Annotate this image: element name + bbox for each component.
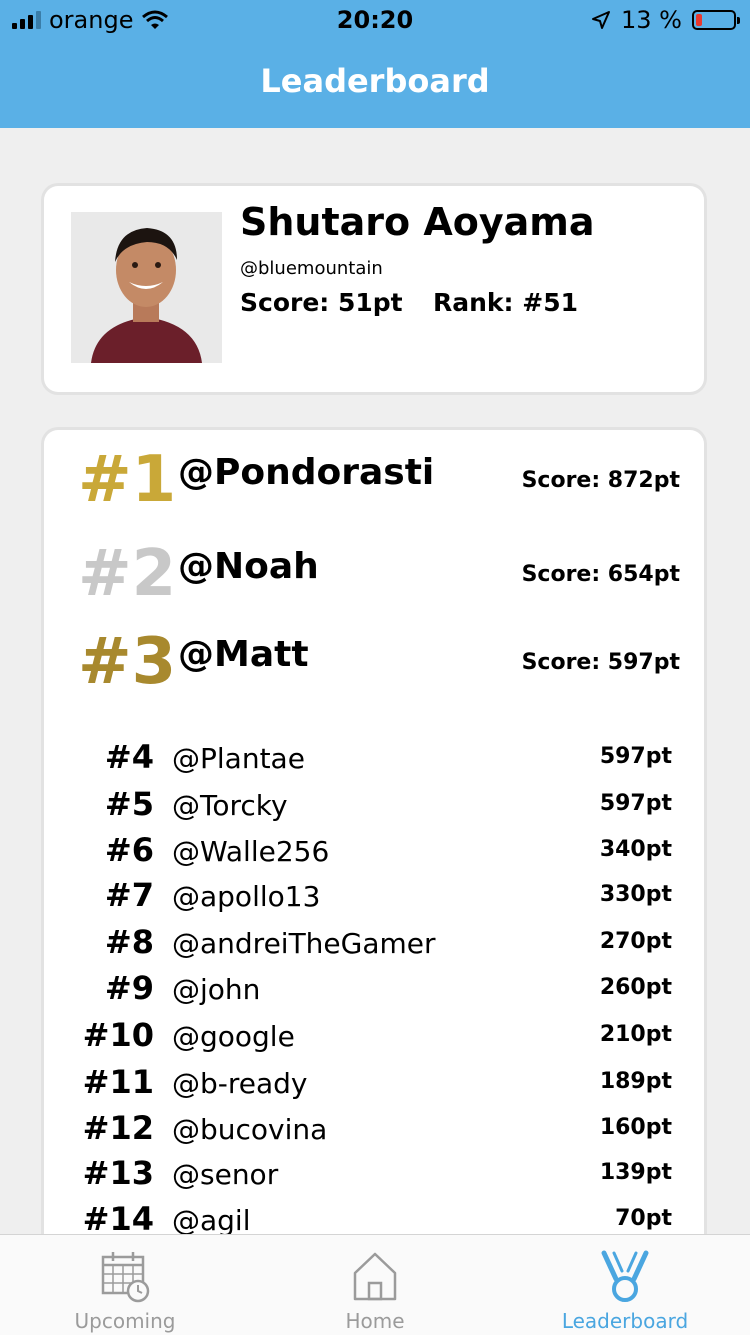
row-rank: #13 [82, 1154, 154, 1192]
row-score: 260pt [599, 975, 672, 1000]
row-username: @andreiTheGamer [172, 927, 436, 960]
row-score: 597pt [599, 791, 672, 816]
profile-card[interactable]: Shutaro Aoyama @bluemountain Score: 51pt… [44, 186, 704, 392]
app-header: orange 20:20 13 % Leaderboard [0, 0, 750, 128]
list-item[interactable]: #5 @Torcky 597pt [44, 785, 704, 831]
profile-photo [71, 212, 222, 363]
battery-percent: 13 % [621, 6, 682, 34]
tab-label: Upcoming [74, 1309, 176, 1333]
location-arrow-icon [592, 11, 611, 29]
row-score: 70pt [615, 1206, 672, 1231]
row-score: 597pt [599, 744, 672, 769]
row-username: @agil [172, 1204, 251, 1237]
podium-username: @Pondorasti [178, 452, 435, 493]
row-rank: #11 [82, 1063, 154, 1101]
status-right: 13 % [591, 6, 740, 34]
list-item[interactable]: #7 @apollo13 330pt [44, 876, 704, 922]
medal-icon [601, 1250, 649, 1302]
tab-label: Home [345, 1309, 405, 1333]
row-username: @b-ready [172, 1067, 308, 1100]
list-item[interactable]: #9 @john 260pt [44, 969, 704, 1015]
row-username: @john [172, 973, 261, 1006]
podium-score: Score: 654pt [521, 562, 680, 587]
page-title: Leaderboard [260, 62, 490, 100]
row-score: 340pt [599, 837, 672, 862]
row-rank: #10 [82, 1016, 154, 1054]
podium-rank: #3 [78, 625, 177, 699]
podium-score: Score: 597pt [521, 650, 680, 675]
profile-score: Score: 51pt [240, 288, 403, 317]
row-score: 210pt [599, 1022, 672, 1047]
tab-bar: Upcoming Home Leaderboard [0, 1234, 750, 1335]
list-item[interactable]: #8 @andreiTheGamer 270pt [44, 923, 704, 969]
row-rank: #4 [104, 738, 154, 776]
profile-rank: Rank: #51 [433, 288, 578, 317]
tab-home[interactable]: Home [250, 1235, 500, 1335]
row-username: @apollo13 [172, 880, 321, 913]
leaderboard-list[interactable]: #1 @Pondorasti Score: 872pt #2 @Noah Sco… [44, 430, 704, 1260]
podium-rank: #2 [78, 537, 177, 611]
tab-label: Leaderboard [561, 1309, 689, 1333]
battery-icon [692, 10, 740, 30]
list-item[interactable]: #13 @senor 139pt [44, 1154, 704, 1200]
row-rank: #9 [104, 969, 154, 1007]
row-username: @Walle256 [172, 835, 330, 868]
row-rank: #5 [104, 785, 154, 823]
tab-leaderboard[interactable]: Leaderboard [500, 1235, 750, 1335]
row-username: @bucovina [172, 1113, 328, 1146]
podium-rank: #1 [78, 443, 177, 517]
list-item[interactable]: #4 @Plantae 597pt [44, 738, 704, 784]
row-rank: #14 [82, 1200, 154, 1238]
calendar-clock-icon [101, 1252, 150, 1303]
row-rank: #8 [104, 923, 154, 961]
list-item[interactable]: #11 @b-ready 189pt [44, 1063, 704, 1109]
profile-name: Shutaro Aoyama [240, 200, 595, 244]
row-score: 160pt [599, 1115, 672, 1140]
list-item[interactable]: #6 @Walle256 340pt [44, 831, 704, 877]
row-score: 189pt [599, 1069, 672, 1094]
podium-score: Score: 872pt [521, 468, 680, 493]
house-icon [353, 1252, 397, 1301]
list-item[interactable]: #12 @bucovina 160pt [44, 1109, 704, 1155]
row-username: @Plantae [172, 742, 305, 775]
status-bar: orange 20:20 13 % [0, 0, 750, 40]
row-username: @Torcky [172, 789, 288, 822]
list-item[interactable]: #10 @google 210pt [44, 1016, 704, 1062]
row-rank: #12 [82, 1109, 154, 1147]
profile-handle: @bluemountain [240, 258, 383, 279]
row-rank: #6 [104, 831, 154, 869]
row-rank: #7 [104, 876, 154, 914]
podium-username: @Noah [178, 546, 319, 587]
tab-upcoming[interactable]: Upcoming [0, 1235, 250, 1335]
row-score: 139pt [599, 1160, 672, 1185]
row-username: @senor [172, 1158, 279, 1191]
row-score: 330pt [599, 882, 672, 907]
podium-username: @Matt [178, 634, 309, 675]
row-score: 270pt [599, 929, 672, 954]
row-username: @google [172, 1020, 295, 1053]
avatar [71, 212, 222, 363]
